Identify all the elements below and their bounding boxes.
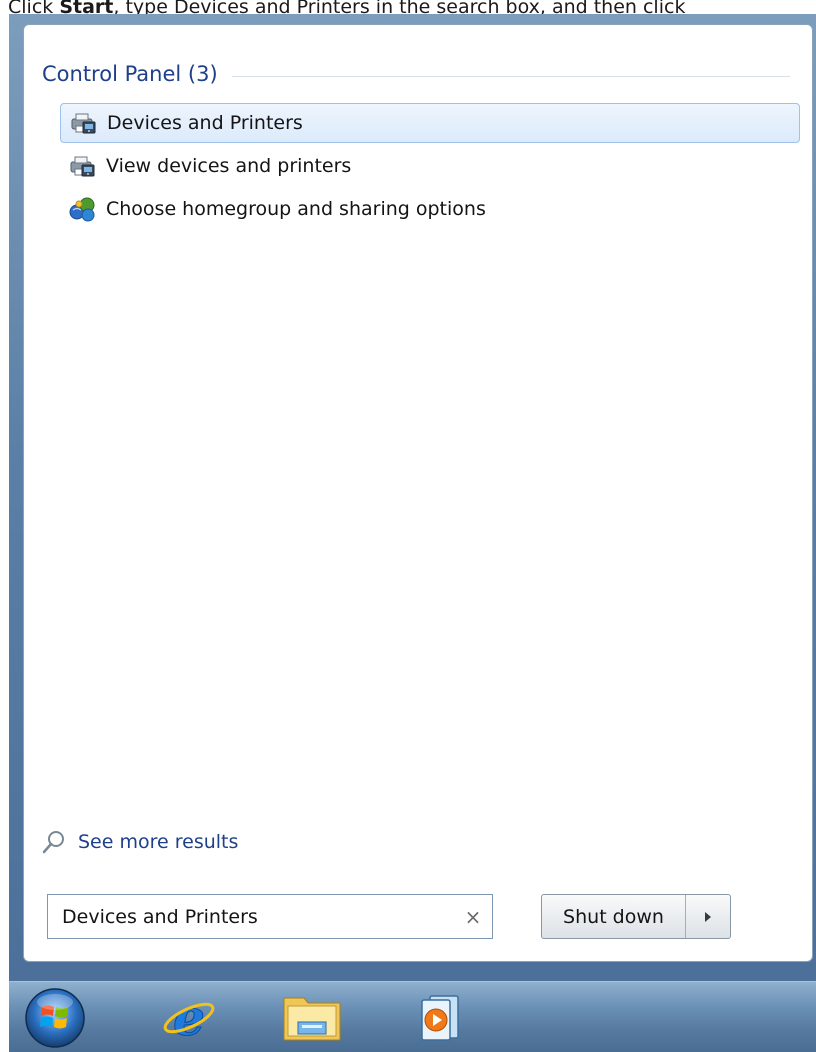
result-item-devices-and-printers[interactable]: Devices and Printers bbox=[60, 103, 800, 143]
search-input-value: Devices and Printers bbox=[62, 905, 258, 928]
taskbar-file-explorer[interactable] bbox=[267, 982, 357, 1052]
see-more-results-label: See more results bbox=[78, 831, 239, 853]
result-group-title[interactable]: Control Panel (3) bbox=[42, 62, 218, 86]
see-more-results-link[interactable]: See more results bbox=[40, 825, 238, 859]
result-item-homegroup-sharing[interactable]: Choose homegroup and sharing options bbox=[60, 189, 800, 229]
shutdown-options-arrow[interactable] bbox=[686, 895, 730, 938]
taskbar-start-button[interactable] bbox=[19, 982, 91, 1052]
svg-text:e: e bbox=[173, 988, 205, 1046]
devices-printers-icon bbox=[68, 152, 96, 180]
search-icon bbox=[40, 828, 68, 856]
homegroup-icon bbox=[68, 195, 96, 223]
shutdown-split-button: Shut down bbox=[541, 894, 731, 939]
result-item-label: View devices and printers bbox=[106, 155, 352, 177]
result-group-header: Control Panel (3) bbox=[42, 59, 790, 89]
taskbar-media-player[interactable] bbox=[399, 982, 479, 1052]
file-explorer-icon bbox=[283, 997, 341, 1041]
start-search-input[interactable]: Devices and Printers × bbox=[47, 894, 493, 939]
taskbar: e bbox=[9, 981, 816, 1052]
devices-printers-icon bbox=[69, 109, 97, 137]
shutdown-button[interactable]: Shut down bbox=[542, 895, 686, 938]
group-divider bbox=[231, 75, 790, 77]
media-player-icon bbox=[421, 995, 459, 1041]
clear-search-icon[interactable]: × bbox=[454, 905, 492, 929]
result-item-label: Devices and Printers bbox=[107, 112, 303, 134]
start-menu-panel: Control Panel (3) Devices and Printers V… bbox=[23, 24, 813, 962]
result-item-view-devices-and-printers[interactable]: View devices and printers bbox=[60, 146, 800, 186]
chevron-right-icon bbox=[705, 911, 711, 922]
taskbar-internet-explorer[interactable]: e bbox=[149, 982, 229, 1052]
windows-start-orb-icon bbox=[25, 988, 85, 1048]
result-item-label: Choose homegroup and sharing options bbox=[106, 198, 486, 220]
internet-explorer-icon: e bbox=[163, 988, 215, 1046]
